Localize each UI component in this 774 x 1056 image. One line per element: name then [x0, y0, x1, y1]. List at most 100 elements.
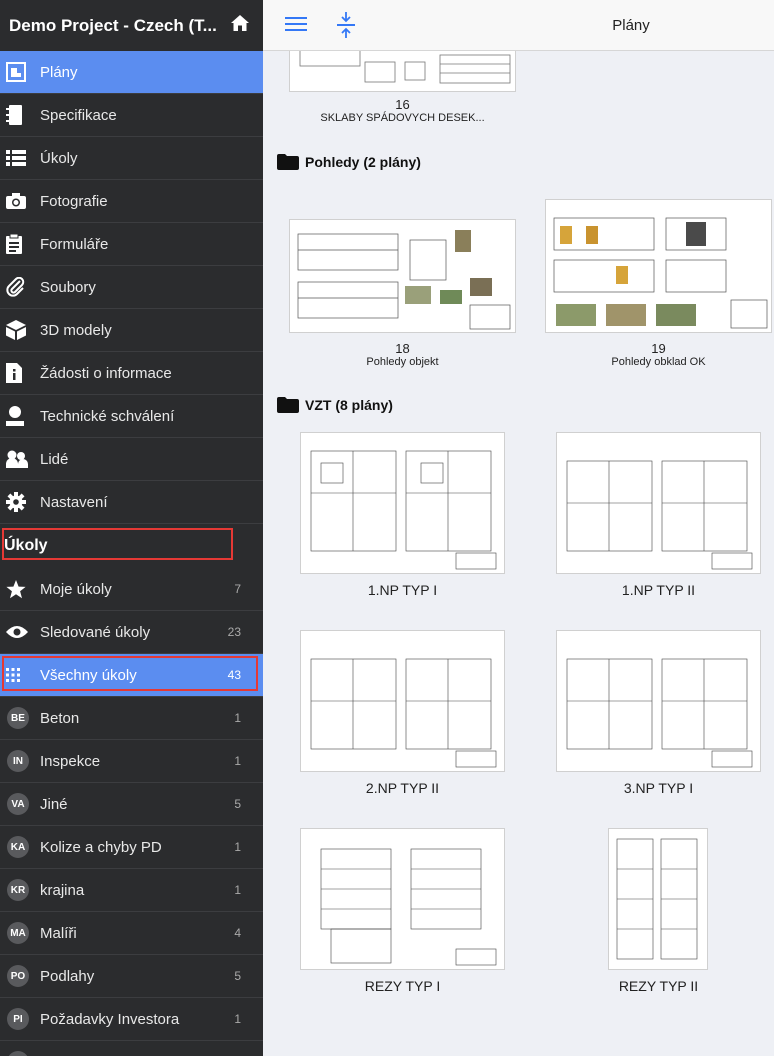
- sidebar-item-label: Sledované úkoly: [40, 623, 151, 641]
- drawing-thumbnail-image: [310, 658, 497, 768]
- category-item[interactable]: KR krajina 1: [0, 869, 263, 912]
- plan-thumbnail[interactable]: [300, 828, 505, 970]
- plan-number: 19: [651, 341, 666, 356]
- plan-label: 19 Pohledy obklad OK: [545, 341, 772, 368]
- sidebar-item-nastaveni[interactable]: Nastavení: [0, 481, 263, 524]
- task-count: 7: [234, 582, 241, 596]
- sidebar-item-label: Plány: [40, 63, 78, 81]
- people-icon: [0, 450, 40, 468]
- plan-name: REZY TYP I: [364, 978, 441, 994]
- sidebar-item-ukoly[interactable]: Úkoly: [0, 137, 263, 180]
- category-item[interactable]: BE Beton 1: [0, 697, 263, 740]
- eye-icon: [0, 625, 40, 639]
- folder-icon: [277, 154, 299, 170]
- plan-thumbnail[interactable]: [300, 432, 505, 574]
- sidebar-item-fotografie[interactable]: Fotografie: [0, 180, 263, 223]
- sidebar-item-vsechny-ukoly[interactable]: Všechny úkoly 43: [0, 654, 263, 697]
- plan-thumbnail[interactable]: [556, 630, 761, 772]
- folder-name: Pohledy (2 plány): [305, 154, 421, 170]
- category-item-partial[interactable]: [0, 1041, 263, 1056]
- plan-name: SKLABY SPÁDOVYCH DESEK...: [320, 112, 485, 124]
- sidebar-item-label: Lidé: [40, 450, 69, 468]
- category-label: Jiné: [40, 795, 68, 813]
- category-item[interactable]: MA Malíři 4: [0, 912, 263, 955]
- category-label: Podlahy: [40, 967, 95, 985]
- sidebar-item-label: Fotografie: [40, 192, 108, 210]
- task-count: 5: [234, 969, 241, 983]
- folder-pohledy[interactable]: Pohledy (2 plány): [277, 154, 421, 170]
- sidebar-item-specifikace[interactable]: Specifikace: [0, 94, 263, 137]
- category-item[interactable]: VA Jiné 5: [0, 783, 263, 826]
- page-title: Plány: [612, 17, 650, 34]
- drawing-thumbnail-image: [320, 848, 497, 966]
- sidebar-item-label: Moje úkoly: [40, 580, 112, 598]
- drawing-thumbnail-image: [553, 217, 768, 329]
- sidebar-item-label: Žádosti o informace: [40, 364, 172, 382]
- clipboard-icon: [0, 234, 40, 254]
- drawing-thumbnail-image: [616, 838, 698, 960]
- sidebar-item-label: Všechny úkoly: [40, 666, 137, 684]
- cube-icon: [0, 320, 40, 340]
- folder-vzt[interactable]: VZT (8 plány): [277, 397, 393, 413]
- notebook-icon: [0, 105, 40, 125]
- sidebar-item-lide[interactable]: Lidé: [0, 438, 263, 481]
- plan-label: 16 SKLABY SPÁDOVYCH DESEK...: [289, 97, 516, 124]
- plans-icon: [0, 62, 40, 82]
- drawing-thumbnail-image: [566, 658, 753, 768]
- plan-name: 1.NP TYP II: [621, 582, 696, 598]
- gear-icon: [0, 492, 40, 512]
- drawing-thumbnail-image: [310, 450, 497, 570]
- task-count: 1: [234, 1012, 241, 1026]
- sidebar-item-technicke-schvaleni[interactable]: Technické schválení: [0, 395, 263, 438]
- sidebar-item-3d-modely[interactable]: 3D modely: [0, 309, 263, 352]
- sidebar-item-label: Technické schválení: [40, 407, 175, 425]
- plan-number: 16: [395, 97, 410, 112]
- category-label: Požadavky Investora: [40, 1010, 180, 1028]
- drawing-thumbnail-image: [297, 230, 511, 330]
- sidebar-item-plany[interactable]: Plány: [0, 51, 263, 94]
- plan-label: 18 Pohledy objekt: [289, 341, 516, 368]
- plan-name: Pohledy obklad OK: [611, 356, 706, 368]
- category-label: Inspekce: [40, 752, 101, 770]
- sidebar-item-zadosti-o-informace[interactable]: Žádosti o informace: [0, 352, 263, 395]
- category-badge: VA: [7, 793, 29, 815]
- drawing-thumbnail-image: [566, 460, 753, 570]
- home-icon[interactable]: [231, 15, 249, 36]
- sidebar-item-label: Úkoly: [40, 149, 78, 167]
- tasks-section-header: Úkoly: [0, 524, 263, 568]
- sidebar-item-sledovane-ukoly[interactable]: Sledované úkoly 23: [0, 611, 263, 654]
- top-bar: Plány: [263, 0, 774, 51]
- camera-icon: [0, 193, 40, 209]
- sidebar-item-label: Specifikace: [40, 106, 117, 124]
- plan-name: 3.NP TYP I: [623, 780, 694, 796]
- category-item[interactable]: KA Kolize a chyby PD 1: [0, 826, 263, 869]
- category-label: krajina: [40, 881, 85, 899]
- plan-name: 1.NP TYP I: [367, 582, 438, 598]
- sidebar-item-label: 3D modely: [40, 321, 112, 339]
- sidebar-item-label: Soubory: [40, 278, 96, 296]
- task-count: 5: [234, 797, 241, 811]
- category-item[interactable]: PO Podlahy 5: [0, 955, 263, 998]
- plan-thumbnail[interactable]: [300, 630, 505, 772]
- grid-icon: [0, 668, 40, 682]
- sidebar-item-moje-ukoly[interactable]: Moje úkoly 7: [0, 568, 263, 611]
- plan-number: 18: [395, 341, 410, 356]
- sidebar-item-formulare[interactable]: Formuláře: [0, 223, 263, 266]
- sidebar: Demo Project - Czech (T... Plány Specifi…: [0, 0, 263, 1056]
- plan-thumbnail[interactable]: [545, 199, 772, 333]
- category-item[interactable]: PI Požadavky Investora 1: [0, 998, 263, 1041]
- plan-thumbnail[interactable]: [556, 432, 761, 574]
- plan-name: Pohledy objekt: [366, 356, 439, 368]
- plan-thumbnail[interactable]: [608, 828, 708, 970]
- sidebar-item-soubory[interactable]: Soubory: [0, 266, 263, 309]
- folder-name: VZT (8 plány): [305, 397, 393, 413]
- person-icon: [0, 406, 40, 426]
- project-header[interactable]: Demo Project - Czech (T...: [0, 0, 263, 51]
- category-item[interactable]: IN Inspekce 1: [0, 740, 263, 783]
- plan-name: REZY TYP II: [618, 978, 699, 994]
- tasks-section-title: Úkoly: [4, 537, 48, 554]
- list-icon: [0, 150, 40, 166]
- plan-thumbnail[interactable]: [289, 219, 516, 333]
- task-count: 43: [227, 668, 241, 682]
- category-badge: PI: [7, 1008, 29, 1030]
